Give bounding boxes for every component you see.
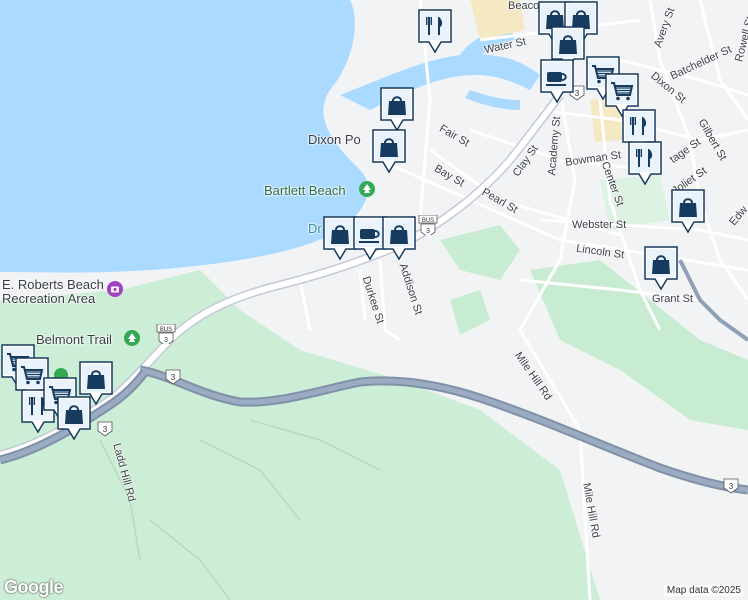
svg-text:BUS: BUS [160,327,172,333]
google-logo: Google [4,577,64,597]
restaurant-pin[interactable] [417,8,453,54]
shopping-pin[interactable] [643,245,679,291]
label-roberts-beach: E. Roberts Beach [2,277,104,292]
label-webster-st: Webster St [572,219,627,231]
shopping-pin[interactable] [670,188,706,234]
map-attribution: Map data ©2025 [663,585,744,596]
shopping-pin[interactable] [56,395,92,441]
svg-text:BUS: BUS [422,218,434,224]
svg-text:3: 3 [575,89,580,98]
park-tree-icon[interactable] [359,181,375,197]
map-canvas[interactable]: Beacon Water St Dixon Po Fair St Bartlet… [0,0,748,600]
park-tree-icon[interactable] [124,330,140,346]
bus-route-shield: BUS 3 [418,215,438,235]
svg-text:3: 3 [171,373,176,382]
restaurant-pin[interactable] [627,140,663,186]
svg-text:3: 3 [729,482,734,491]
cafe-pin[interactable] [539,58,575,104]
shopping-pin[interactable] [381,215,417,261]
us3-shield: 3 [97,421,113,437]
us3-shield: 3 [165,369,181,385]
bus-route-shield: BUS 3 [156,324,176,344]
us3-shield: 3 [723,478,739,494]
svg-text:3: 3 [426,228,430,235]
label-grant-st: Grant St [652,293,693,305]
label-bartlett-beach: Bartlett Beach [264,183,346,198]
label-dixon-point: Dixon Po [308,132,361,147]
label-belmont-trail: Belmont Trail [36,332,112,347]
attraction-camera-icon[interactable] [107,281,123,297]
shopping-pin[interactable] [371,128,407,174]
svg-text:3: 3 [103,425,108,434]
label-recreation-area: Recreation Area [2,291,96,306]
svg-text:3: 3 [164,337,168,344]
shopping-pin[interactable] [379,86,415,132]
label-dr: Dr [308,221,322,236]
